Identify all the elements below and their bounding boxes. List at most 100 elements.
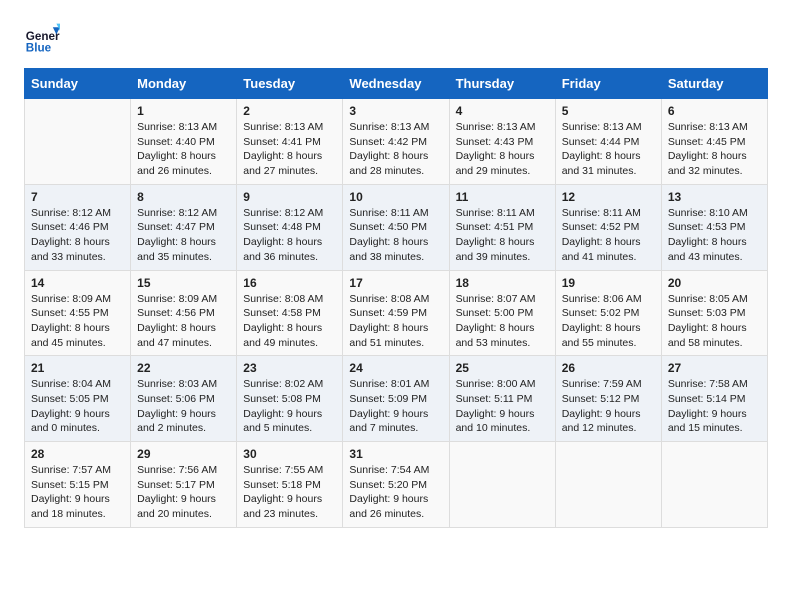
day-number: 13 bbox=[668, 190, 761, 204]
day-number: 24 bbox=[349, 361, 442, 375]
week-row-5: 28 Sunrise: 7:57 AM Sunset: 5:15 PM Dayli… bbox=[25, 442, 768, 528]
cell-text: Sunrise: 8:13 AM Sunset: 4:44 PM Dayligh… bbox=[562, 120, 655, 179]
day-number: 1 bbox=[137, 104, 230, 118]
cell-5-6 bbox=[555, 442, 661, 528]
cell-2-5: 11Sunrise: 8:11 AM Sunset: 4:51 PM Dayli… bbox=[449, 184, 555, 270]
cell-3-4: 17 Sunrise: 8:08 AM Sunset: 4:59 PM Dayli… bbox=[343, 270, 449, 356]
cell-3-7: 20 Sunrise: 8:05 AM Sunset: 5:03 PM Dayli… bbox=[661, 270, 767, 356]
cell-1-5: 4 Sunrise: 8:13 AM Sunset: 4:43 PM Daylig… bbox=[449, 99, 555, 185]
calendar-table: SundayMondayTuesdayWednesdayThursdayFrid… bbox=[24, 68, 768, 528]
logo-icon: General Blue bbox=[24, 20, 60, 56]
cell-text: Sunrise: 7:57 AM Sunset: 5:15 PM Dayligh… bbox=[31, 463, 124, 522]
day-number: 30 bbox=[243, 447, 336, 461]
cell-text: Sunrise: 8:05 AM Sunset: 5:03 PM Dayligh… bbox=[668, 292, 761, 351]
day-number: 15 bbox=[137, 276, 230, 290]
cell-text: Sunrise: 8:08 AM Sunset: 4:58 PM Dayligh… bbox=[243, 292, 336, 351]
day-number: 16 bbox=[243, 276, 336, 290]
day-number: 3 bbox=[349, 104, 442, 118]
cell-5-2: 29Sunrise: 7:56 AM Sunset: 5:17 PM Dayli… bbox=[131, 442, 237, 528]
cell-1-4: 3Sunrise: 8:13 AM Sunset: 4:42 PM Daylig… bbox=[343, 99, 449, 185]
cell-2-6: 12 Sunrise: 8:11 AM Sunset: 4:52 PM Dayli… bbox=[555, 184, 661, 270]
cell-text: Sunrise: 8:09 AM Sunset: 4:56 PM Dayligh… bbox=[137, 292, 230, 351]
cell-text: Sunrise: 8:12 AM Sunset: 4:48 PM Dayligh… bbox=[243, 206, 336, 265]
col-header-tuesday: Tuesday bbox=[237, 69, 343, 99]
cell-4-7: 27 Sunrise: 7:58 AM Sunset: 5:14 PM Dayli… bbox=[661, 356, 767, 442]
cell-1-7: 6 Sunrise: 8:13 AM Sunset: 4:45 PM Daylig… bbox=[661, 99, 767, 185]
cell-2-1: 7 Sunrise: 8:12 AM Sunset: 4:46 PM Daylig… bbox=[25, 184, 131, 270]
cell-5-4: 31 Sunrise: 7:54 AM Sunset: 5:20 PM Dayli… bbox=[343, 442, 449, 528]
cell-1-1 bbox=[25, 99, 131, 185]
cell-5-1: 28 Sunrise: 7:57 AM Sunset: 5:15 PM Dayli… bbox=[25, 442, 131, 528]
col-header-monday: Monday bbox=[131, 69, 237, 99]
cell-1-6: 5 Sunrise: 8:13 AM Sunset: 4:44 PM Daylig… bbox=[555, 99, 661, 185]
day-number: 8 bbox=[137, 190, 230, 204]
day-number: 5 bbox=[562, 104, 655, 118]
day-number: 6 bbox=[668, 104, 761, 118]
cell-2-2: 8 Sunrise: 8:12 AM Sunset: 4:47 PM Daylig… bbox=[131, 184, 237, 270]
day-number: 14 bbox=[31, 276, 124, 290]
cell-text: Sunrise: 8:01 AM Sunset: 5:09 PM Dayligh… bbox=[349, 377, 442, 436]
cell-5-7 bbox=[661, 442, 767, 528]
calendar-header-row: SundayMondayTuesdayWednesdayThursdayFrid… bbox=[25, 69, 768, 99]
logo: General Blue bbox=[24, 20, 64, 56]
cell-1-2: 1 Sunrise: 8:13 AM Sunset: 4:40 PM Daylig… bbox=[131, 99, 237, 185]
cell-4-2: 22 Sunrise: 8:03 AM Sunset: 5:06 PM Dayli… bbox=[131, 356, 237, 442]
cell-3-3: 16 Sunrise: 8:08 AM Sunset: 4:58 PM Dayli… bbox=[237, 270, 343, 356]
cell-text: Sunrise: 7:54 AM Sunset: 5:20 PM Dayligh… bbox=[349, 463, 442, 522]
day-number: 19 bbox=[562, 276, 655, 290]
day-number: 17 bbox=[349, 276, 442, 290]
day-number: 11 bbox=[456, 190, 549, 204]
day-number: 7 bbox=[31, 190, 124, 204]
day-number: 9 bbox=[243, 190, 336, 204]
cell-5-3: 30Sunrise: 7:55 AM Sunset: 5:18 PM Dayli… bbox=[237, 442, 343, 528]
page-container: General Blue SundayMondayTuesdayWednesda… bbox=[0, 0, 792, 544]
day-number: 25 bbox=[456, 361, 549, 375]
cell-3-2: 15 Sunrise: 8:09 AM Sunset: 4:56 PM Dayli… bbox=[131, 270, 237, 356]
cell-text: Sunrise: 8:02 AM Sunset: 5:08 PM Dayligh… bbox=[243, 377, 336, 436]
day-number: 12 bbox=[562, 190, 655, 204]
cell-5-5 bbox=[449, 442, 555, 528]
col-header-thursday: Thursday bbox=[449, 69, 555, 99]
day-number: 29 bbox=[137, 447, 230, 461]
svg-text:Blue: Blue bbox=[26, 42, 52, 55]
week-row-1: 1 Sunrise: 8:13 AM Sunset: 4:40 PM Daylig… bbox=[25, 99, 768, 185]
day-number: 23 bbox=[243, 361, 336, 375]
cell-text: Sunrise: 8:13 AM Sunset: 4:41 PM Dayligh… bbox=[243, 120, 336, 179]
week-row-4: 21Sunrise: 8:04 AM Sunset: 5:05 PM Dayli… bbox=[25, 356, 768, 442]
col-header-sunday: Sunday bbox=[25, 69, 131, 99]
cell-text: Sunrise: 8:07 AM Sunset: 5:00 PM Dayligh… bbox=[456, 292, 549, 351]
col-header-friday: Friday bbox=[555, 69, 661, 99]
cell-2-3: 9 Sunrise: 8:12 AM Sunset: 4:48 PM Daylig… bbox=[237, 184, 343, 270]
cell-4-4: 24 Sunrise: 8:01 AM Sunset: 5:09 PM Dayli… bbox=[343, 356, 449, 442]
day-number: 28 bbox=[31, 447, 124, 461]
day-number: 20 bbox=[668, 276, 761, 290]
cell-text: Sunrise: 8:03 AM Sunset: 5:06 PM Dayligh… bbox=[137, 377, 230, 436]
day-number: 31 bbox=[349, 447, 442, 461]
cell-text: Sunrise: 8:13 AM Sunset: 4:45 PM Dayligh… bbox=[668, 120, 761, 179]
cell-text: Sunrise: 8:13 AM Sunset: 4:40 PM Dayligh… bbox=[137, 120, 230, 179]
cell-text: Sunrise: 8:09 AM Sunset: 4:55 PM Dayligh… bbox=[31, 292, 124, 351]
cell-text: Sunrise: 8:12 AM Sunset: 4:46 PM Dayligh… bbox=[31, 206, 124, 265]
cell-text: Sunrise: 8:10 AM Sunset: 4:53 PM Dayligh… bbox=[668, 206, 761, 265]
cell-text: Sunrise: 8:12 AM Sunset: 4:47 PM Dayligh… bbox=[137, 206, 230, 265]
day-number: 10 bbox=[349, 190, 442, 204]
cell-1-3: 2 Sunrise: 8:13 AM Sunset: 4:41 PM Daylig… bbox=[237, 99, 343, 185]
cell-text: Sunrise: 8:08 AM Sunset: 4:59 PM Dayligh… bbox=[349, 292, 442, 351]
cell-2-7: 13 Sunrise: 8:10 AM Sunset: 4:53 PM Dayli… bbox=[661, 184, 767, 270]
cell-4-6: 26Sunrise: 7:59 AM Sunset: 5:12 PM Dayli… bbox=[555, 356, 661, 442]
cell-text: Sunrise: 8:04 AM Sunset: 5:05 PM Dayligh… bbox=[31, 377, 124, 436]
col-header-saturday: Saturday bbox=[661, 69, 767, 99]
cell-3-6: 19 Sunrise: 8:06 AM Sunset: 5:02 PM Dayli… bbox=[555, 270, 661, 356]
header: General Blue bbox=[24, 20, 768, 56]
day-number: 22 bbox=[137, 361, 230, 375]
cell-text: Sunrise: 8:11 AM Sunset: 4:52 PM Dayligh… bbox=[562, 206, 655, 265]
cell-text: Sunrise: 7:58 AM Sunset: 5:14 PM Dayligh… bbox=[668, 377, 761, 436]
cell-text: Sunrise: 8:11 AM Sunset: 4:50 PM Dayligh… bbox=[349, 206, 442, 265]
week-row-3: 14 Sunrise: 8:09 AM Sunset: 4:55 PM Dayli… bbox=[25, 270, 768, 356]
cell-text: Sunrise: 8:06 AM Sunset: 5:02 PM Dayligh… bbox=[562, 292, 655, 351]
cell-text: Sunrise: 8:13 AM Sunset: 4:43 PM Dayligh… bbox=[456, 120, 549, 179]
cell-text: Sunrise: 7:59 AM Sunset: 5:12 PM Dayligh… bbox=[562, 377, 655, 436]
day-number: 4 bbox=[456, 104, 549, 118]
day-number: 2 bbox=[243, 104, 336, 118]
day-number: 27 bbox=[668, 361, 761, 375]
